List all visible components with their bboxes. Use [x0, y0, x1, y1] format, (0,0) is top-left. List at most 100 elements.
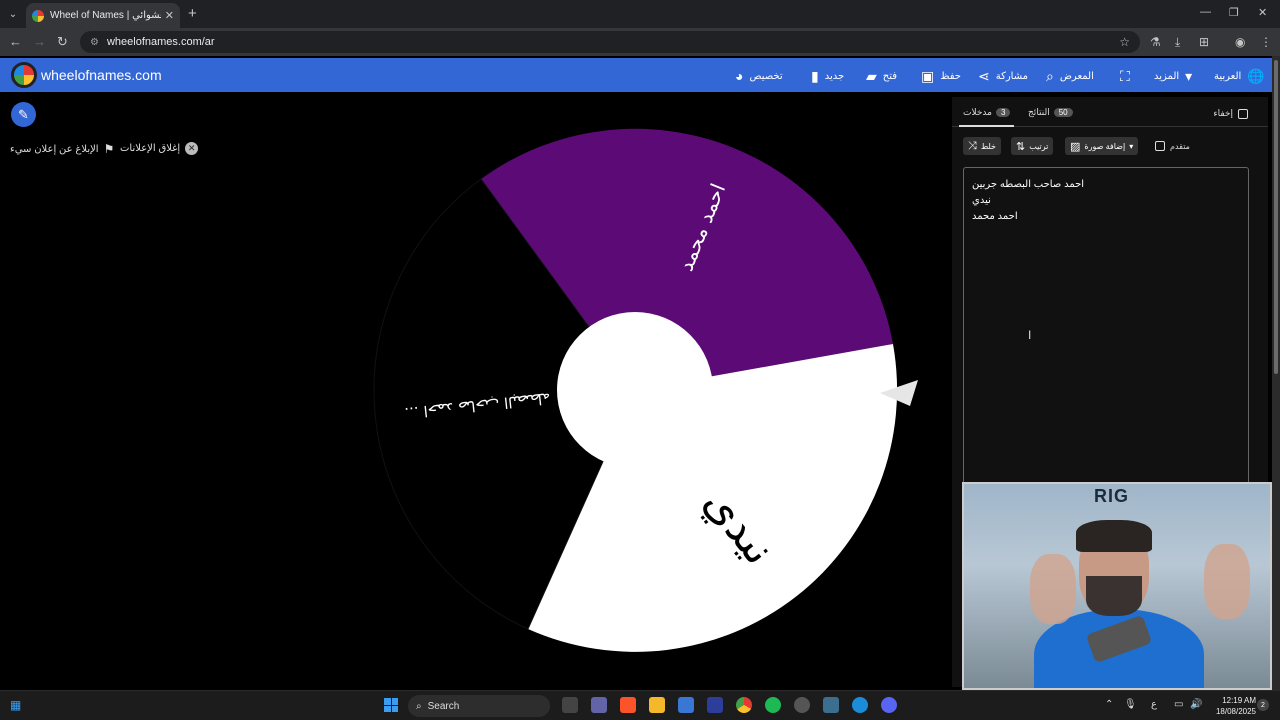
more-menu[interactable]: المزيد ▾	[1154, 68, 1192, 85]
customize-label: تخصيص	[749, 70, 783, 82]
report-ad-label: الإبلاغ عن إعلان سيء	[10, 143, 99, 155]
advanced-checkbox-box[interactable]	[1155, 141, 1165, 151]
tab-title: Wheel of Names | سم العشوائي	[50, 10, 161, 21]
spin-wheel[interactable]: احمد محمد نيدي احمد صاحب البصطه ...	[360, 120, 920, 660]
tab-list-button[interactable]: ⌄	[4, 5, 22, 23]
report-ad-link[interactable]: الإبلاغ عن إعلان سيء ⚑	[10, 142, 114, 156]
entry-line: احمد محمد	[972, 211, 1018, 222]
site-info-icon[interactable]: ⚙	[90, 37, 99, 48]
edit-pencil-button[interactable]: ✎	[11, 102, 36, 127]
palette-icon: ◕	[735, 68, 744, 84]
widgets-icon[interactable]: ▦	[10, 698, 21, 712]
search-icon: ⌕	[416, 700, 422, 712]
brand-name[interactable]: wheelofnames.com	[41, 67, 162, 83]
entries-textarea[interactable]: احمد صاحب البصطه جربين نيدي احمد محمد	[963, 167, 1249, 487]
customize-button[interactable]: ◕ تخصيص	[735, 68, 783, 84]
wheel-logo-icon[interactable]	[11, 62, 37, 88]
language-indicator[interactable]: ع	[1151, 699, 1157, 710]
forward-button[interactable]: →	[33, 34, 46, 49]
sort-button[interactable]: ⇅ ترتيب	[1011, 137, 1054, 155]
app-icon[interactable]	[852, 697, 868, 713]
bookmark-star-icon[interactable]: ☆	[1119, 35, 1130, 49]
entries-count-badge: 3	[995, 108, 1011, 117]
taskbar-search[interactable]: ⌕ Search	[408, 695, 550, 717]
chrome-icon[interactable]	[736, 697, 752, 713]
task-view-icon[interactable]	[562, 697, 578, 713]
shuffle-icon: ⤨	[968, 139, 977, 152]
download-icon[interactable]: ⤓	[1175, 35, 1180, 50]
clock[interactable]: 12:19 AM 18/08/2025	[1216, 695, 1256, 717]
hide-label: إخفاء	[1213, 108, 1233, 118]
new-tab-button[interactable]: +	[188, 5, 197, 22]
minimize-button[interactable]: —	[1200, 6, 1211, 18]
browser-tabstrip: ⌄ Wheel of Names | سم العشوائي ✕ + — ❐ ✕	[0, 0, 1280, 28]
person-hand	[1030, 554, 1076, 624]
share-button[interactable]: ⋖ مشاركة	[978, 68, 1028, 85]
page-scrollbar[interactable]	[1272, 56, 1280, 690]
hide-checkbox-box[interactable]	[1238, 108, 1248, 119]
browser-menu-icon[interactable]: ⋮	[1260, 35, 1272, 49]
hide-checkbox[interactable]: إخفاء	[1213, 108, 1248, 119]
browser-tab[interactable]: Wheel of Names | سم العشوائي ✕	[26, 3, 180, 28]
close-ads-label: إغلاق الإعلانات	[120, 143, 181, 154]
gallery-button[interactable]: ⌕ المعرض	[1046, 68, 1094, 85]
extension-icon[interactable]: ⚗	[1150, 35, 1161, 49]
scrollbar-thumb[interactable]	[1274, 60, 1278, 374]
wheel-center-hub[interactable]	[557, 312, 713, 468]
language-menu[interactable]: العربية 🌐	[1214, 68, 1265, 85]
chevron-down-icon: ▾	[1129, 141, 1134, 151]
fullscreen-button[interactable]: ⛶	[1120, 68, 1130, 85]
store-icon[interactable]	[678, 697, 694, 713]
app-icon[interactable]	[707, 697, 723, 713]
text-cursor-icon: I	[1028, 328, 1032, 342]
wheel-favicon-icon	[32, 9, 44, 22]
tab-entries[interactable]: مدخلات 3	[958, 107, 1015, 127]
tab-results[interactable]: النتائج 50	[1028, 107, 1073, 118]
add-image-label: إضافة صورة	[1084, 141, 1126, 151]
save-button[interactable]: ▣ حفظ	[921, 68, 961, 85]
microphone-icon[interactable]: 🎙	[1124, 699, 1137, 710]
steam-icon[interactable]	[794, 697, 810, 713]
close-window-button[interactable]: ✕	[1258, 6, 1267, 19]
close-tab-icon[interactable]: ✕	[165, 9, 174, 22]
search-label: Search	[427, 700, 460, 712]
translate-icon[interactable]: ⊞	[1199, 35, 1209, 49]
back-button[interactable]: ←	[9, 34, 22, 49]
reload-button[interactable]: ↻	[57, 34, 68, 50]
windows-taskbar: ▦ ⌕ Search ⌃ 🎙 ع ▭ 🔊 12:19 AM 18/08/2025…	[0, 690, 1280, 720]
add-image-button[interactable]: ▨ إضافة صورة ▾	[1065, 137, 1139, 155]
entry-line: احمد صاحب البصطه جربين	[972, 179, 1085, 190]
share-icon: ⋖	[978, 68, 990, 84]
globe-icon: 🌐	[1247, 68, 1265, 84]
pencil-icon: ✎	[18, 106, 29, 122]
spotify-icon[interactable]	[765, 697, 781, 713]
network-icon[interactable]: ▭	[1174, 699, 1183, 710]
sort-icon: ⇅	[1016, 140, 1026, 153]
discord-icon[interactable]	[881, 697, 897, 713]
address-bar[interactable]: ⚙ wheelofnames.com/ar ☆	[80, 31, 1140, 53]
language-label: العربية	[1214, 71, 1242, 82]
start-button[interactable]	[384, 698, 398, 712]
chevron-up-icon[interactable]: ⌃	[1105, 699, 1113, 710]
notification-badge[interactable]: 2	[1257, 699, 1269, 711]
entries-label: مدخلات	[963, 107, 992, 117]
volume-icon[interactable]: 🔊	[1190, 699, 1202, 710]
restore-button[interactable]: ❐	[1229, 6, 1239, 19]
close-ads-link[interactable]: إغلاق الإعلانات ✕	[120, 142, 199, 155]
profile-avatar[interactable]: ◉	[1235, 35, 1245, 49]
browser-toolbar: ← → ↻ ⚙ wheelofnames.com/ar ☆ ⚗ ⤓ ⊞ ◉ ⋮	[0, 28, 1280, 56]
open-label: فتح	[882, 71, 898, 82]
file-explorer-icon[interactable]	[649, 697, 665, 713]
folder-icon: ▰	[866, 68, 877, 84]
photos-icon[interactable]	[823, 697, 839, 713]
new-label: جديد	[824, 71, 845, 82]
new-button[interactable]: ▮ جديد	[811, 68, 844, 85]
advanced-checkbox[interactable]: متقدم	[1155, 141, 1190, 151]
open-button[interactable]: ▰ فتح	[866, 68, 897, 85]
person-hand	[1204, 544, 1250, 619]
teams-icon[interactable]	[591, 697, 607, 713]
brave-icon[interactable]	[620, 697, 636, 713]
flag-icon: ⚑	[103, 142, 115, 156]
rig-logo: RIG	[1094, 486, 1130, 506]
shuffle-button[interactable]: ⤨ خلط	[963, 137, 1001, 155]
